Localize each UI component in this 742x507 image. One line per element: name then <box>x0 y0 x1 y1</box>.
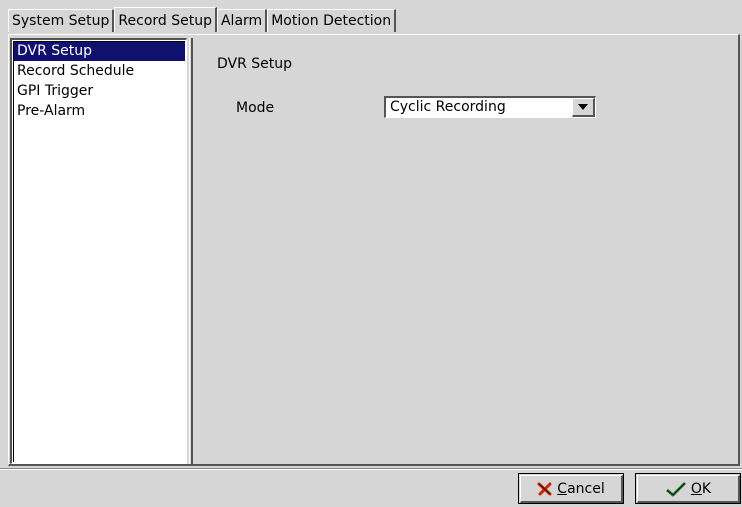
cancel-label: Cancel <box>557 480 605 497</box>
mode-select[interactable]: Cyclic Recording <box>384 96 596 118</box>
tab-system-setup[interactable]: System Setup <box>8 9 115 32</box>
mode-dropdown-button[interactable] <box>572 98 595 117</box>
tab-bar: System Setup Record Setup Alarm Motion D… <box>8 7 397 34</box>
ok-button[interactable]: OK <box>635 473 741 504</box>
ok-label: OK <box>690 480 712 497</box>
list-item-dvr-setup[interactable]: DVR Setup <box>14 42 185 61</box>
chevron-down-icon <box>578 104 588 110</box>
tab-record-setup[interactable]: Record Setup <box>114 7 217 32</box>
list-item-record-schedule[interactable]: Record Schedule <box>14 61 185 81</box>
tab-alarm[interactable]: Alarm <box>216 9 268 32</box>
checkmark-icon <box>665 481 686 496</box>
setup-category-list[interactable]: DVR Setup Record Schedule GPI Trigger Pr… <box>10 38 187 464</box>
list-item-gpi-trigger[interactable]: GPI Trigger <box>14 81 185 101</box>
section-title: DVR Setup <box>217 56 293 72</box>
mode-select-value: Cyclic Recording <box>390 99 506 115</box>
dvr-setup-window: System Setup Record Setup Alarm Motion D… <box>0 0 742 507</box>
cancel-x-icon <box>537 482 552 495</box>
cancel-button[interactable]: Cancel <box>518 473 624 504</box>
pane-splitter[interactable] <box>189 38 193 464</box>
tab-motion-detection[interactable]: Motion Detection <box>267 9 397 32</box>
list-item-pre-alarm[interactable]: Pre-Alarm <box>14 101 185 121</box>
mode-label: Mode <box>236 100 275 116</box>
bottom-divider <box>0 468 742 470</box>
settings-pane: DVR Setup Mode Cyclic Recording <box>195 38 738 464</box>
